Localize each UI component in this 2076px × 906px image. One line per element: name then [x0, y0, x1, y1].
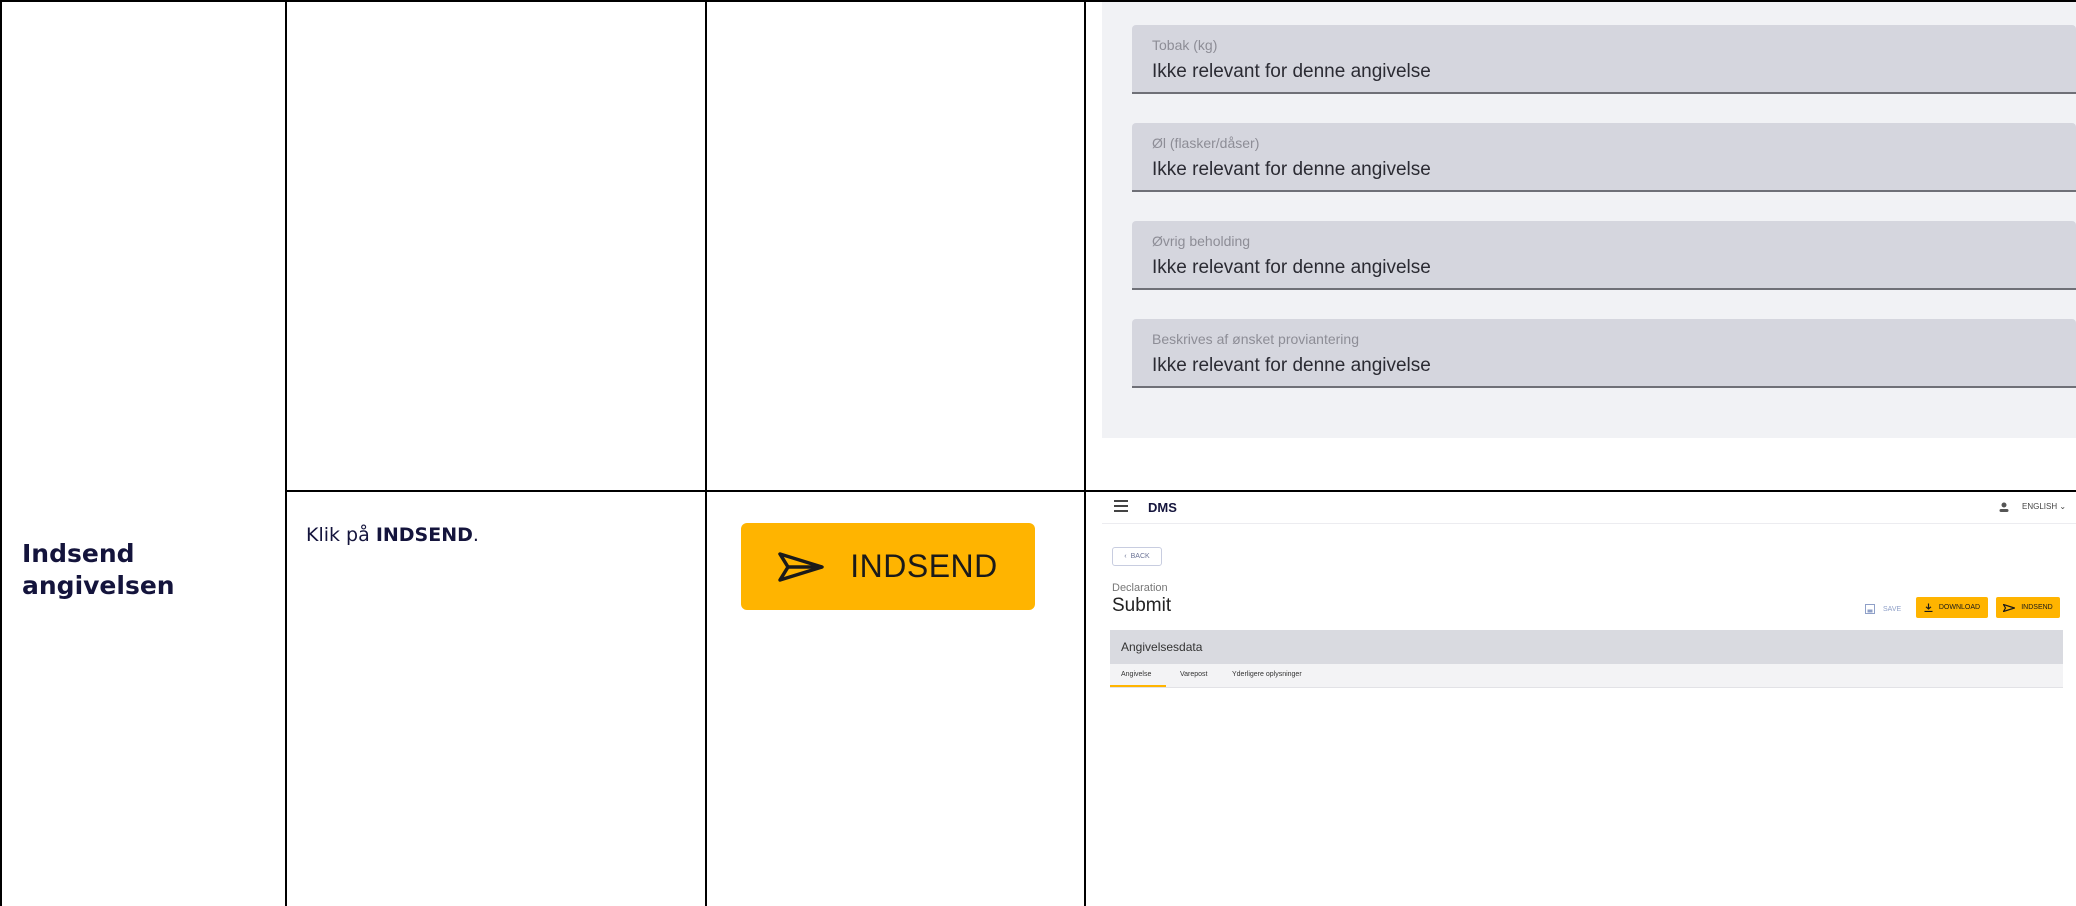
language-selector[interactable]: ENGLISH ⌄ — [2022, 502, 2066, 511]
send-icon — [2003, 603, 2016, 612]
section-header: Angivelsesdata — [1110, 630, 2063, 664]
hamburger-menu-icon[interactable] — [1114, 500, 1128, 512]
save-icon — [1865, 604, 1875, 614]
tab-angivelse[interactable]: Angivelse — [1121, 671, 1151, 678]
field-ovrig-beholding: Øvrig beholding Ikke relevant for denne … — [1132, 221, 2076, 290]
table-col-divider-1 — [285, 0, 287, 906]
instruction-prefix: Klik på — [306, 524, 376, 546]
field-label: Øvrig beholding — [1152, 233, 1251, 249]
step-title-line1: Indsend — [22, 539, 135, 568]
save-label: SAVE — [1883, 605, 1902, 613]
step-title: Indsend angivelsen — [22, 538, 175, 602]
breadcrumb: Declaration — [1112, 582, 1168, 594]
step-title-line2: angivelsen — [22, 571, 175, 600]
field-label: Øl (flasker/dåser) — [1152, 135, 1260, 151]
table-col-divider-3 — [1084, 0, 1086, 906]
table-col-divider-2 — [705, 0, 707, 906]
field-ol: Øl (flasker/dåser) Ikke relevant for den… — [1132, 123, 2076, 192]
app-bar: DMS ENGLISH ⌄ — [1102, 492, 2076, 524]
dms-app-screenshot: DMS ENGLISH ⌄ ‹ BACK Declaration Submit … — [1102, 492, 2076, 906]
field-label: Tobak (kg) — [1152, 37, 1218, 53]
field-label: Beskrives af ønsket proviantering — [1152, 331, 1359, 347]
chevron-left-icon: ‹ — [1124, 553, 1127, 560]
step-instruction: Klik på INDSEND. — [306, 524, 479, 546]
indsend-button-large[interactable]: INDSEND — [741, 523, 1035, 610]
field-value: Ikke relevant for denne angivelse — [1152, 61, 1431, 82]
download-icon — [1924, 603, 1933, 612]
indsend-button-large-label: INDSEND — [850, 548, 998, 584]
back-label: BACK — [1130, 553, 1150, 560]
download-button[interactable]: DOWNLOAD — [1916, 597, 1988, 618]
fields-panel: Tobak (kg) Ikke relevant for denne angiv… — [1102, 2, 2076, 438]
app-brand: DMS — [1148, 500, 1177, 515]
tab-bar: Angivelse Varepost Yderligere oplysninge… — [1110, 664, 2063, 688]
language-label: ENGLISH — [2022, 502, 2058, 511]
instruction-suffix: . — [472, 524, 479, 546]
user-icon[interactable] — [1998, 501, 2010, 513]
field-tobak: Tobak (kg) Ikke relevant for denne angiv… — [1132, 25, 2076, 94]
tab-varepost[interactable]: Varepost — [1180, 671, 1208, 678]
field-value: Ikke relevant for denne angivelse — [1152, 355, 1431, 376]
indsend-label: INDSEND — [2021, 604, 2053, 611]
indsend-button[interactable]: INDSEND — [1996, 597, 2060, 618]
save-button[interactable]: SAVE — [1865, 604, 1901, 614]
page-title: Submit — [1112, 595, 1172, 616]
download-label: DOWNLOAD — [1938, 604, 1981, 611]
field-value: Ikke relevant for denne angivelse — [1152, 159, 1431, 180]
send-icon — [778, 551, 824, 582]
field-proviantering: Beskrives af ønsket proviantering Ikke r… — [1132, 319, 2076, 388]
back-button[interactable]: ‹ BACK — [1112, 547, 1162, 566]
tab-yderligere-oplysninger[interactable]: Yderligere oplysninger — [1232, 671, 1302, 678]
active-tab-indicator — [1110, 685, 1166, 687]
chevron-down-icon: ⌄ — [2059, 502, 2067, 511]
table-left-border — [0, 0, 2, 906]
instruction-bold: INDSEND — [375, 524, 473, 546]
field-value: Ikke relevant for denne angivelse — [1152, 257, 1431, 278]
